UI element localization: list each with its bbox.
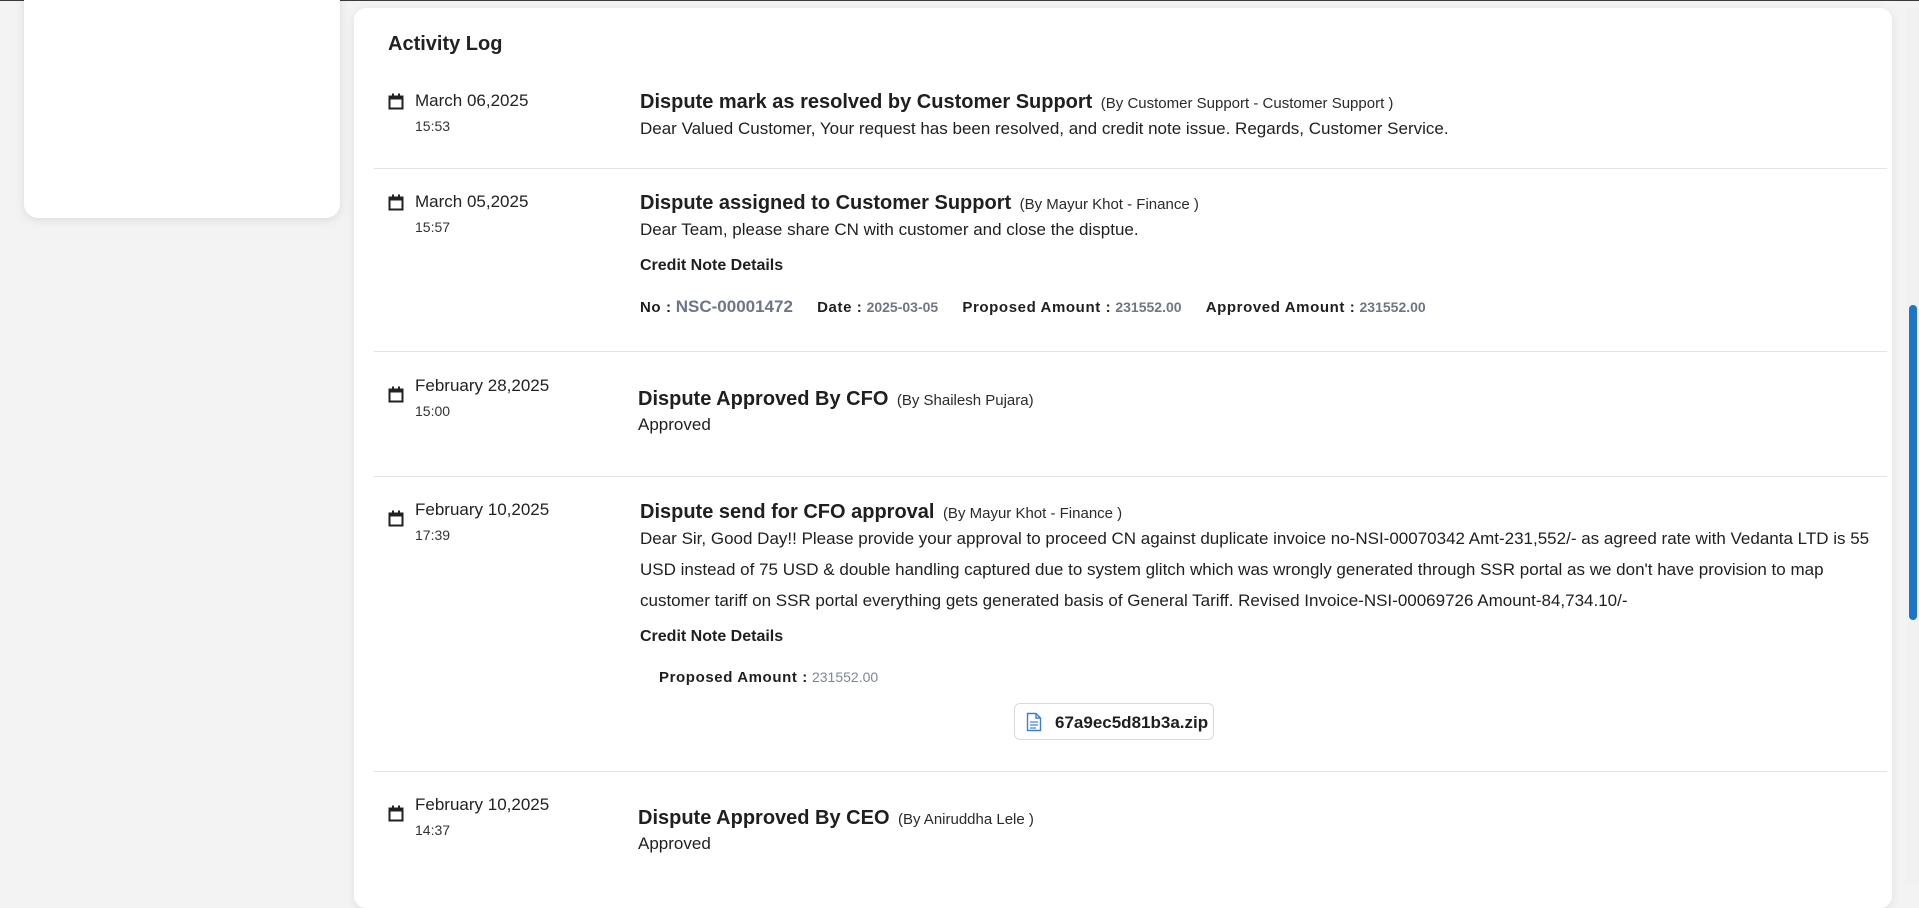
entry-heading: Dispute send for CFO approval (By Mayur … <box>640 501 1122 524</box>
cn-proposed-value: 231552.00 <box>1115 299 1182 315</box>
credit-note-details: Proposed Amount : 231552.00 <box>659 669 878 686</box>
credit-note-heading: Credit Note Details <box>640 257 784 274</box>
entry-message: Dear Sir, Good Day!! Please provide your… <box>640 529 1870 610</box>
entry-time: 17:39 <box>415 527 451 543</box>
entry-date: February 10,2025 <box>415 795 550 814</box>
entry-title: Dispute mark as resolved by Customer Sup… <box>640 91 1093 113</box>
entry-date: March 06,2025 <box>415 91 529 110</box>
entry-message: Dear Team, please share CN with customer… <box>640 220 1139 239</box>
entry-heading: Dispute Approved By CEO (By Aniruddha Le… <box>638 807 1034 830</box>
entry-date: February 28,2025 <box>415 376 550 395</box>
divider <box>374 351 1887 352</box>
divider <box>374 168 1887 169</box>
attachment-filename: 67a9ec5d81b3a.zip <box>1055 713 1209 732</box>
entry-time: 14:37 <box>415 822 451 838</box>
cn-date-label: Date : <box>817 299 863 316</box>
entry-message: Approved <box>638 834 711 853</box>
entry-heading: Dispute assigned to Customer Support (By… <box>640 192 1199 215</box>
page-title: Activity Log <box>388 33 503 55</box>
calendar-icon <box>388 805 404 822</box>
entry-message: Approved <box>638 415 711 434</box>
entry-author: (By Customer Support - Customer Support … <box>1100 95 1394 112</box>
entry-author: (By Mayur Khot - Finance ) <box>1019 196 1199 213</box>
credit-note-heading: Credit Note Details <box>640 628 784 645</box>
entry-message: Dear Valued Customer, Your request has b… <box>640 119 1449 138</box>
calendar-icon <box>388 386 404 403</box>
file-icon <box>1026 712 1042 737</box>
entry-date: March 05,2025 <box>415 192 529 211</box>
entry-title: Dispute send for CFO approval <box>640 501 935 523</box>
entry-heading: Dispute mark as resolved by Customer Sup… <box>640 91 1393 114</box>
calendar-icon <box>388 93 404 110</box>
entry-title: Dispute Approved By CEO <box>638 807 890 829</box>
cn-proposed-value: 231552.00 <box>811 669 879 685</box>
cn-proposed-label: Proposed Amount : <box>659 669 808 686</box>
cn-proposed-label: Proposed Amount : <box>962 299 1112 316</box>
side-panel-card <box>24 0 340 218</box>
scrollbar-thumb[interactable] <box>1909 305 1917 620</box>
entry-author: (By Shailesh Pujara) <box>896 392 1034 409</box>
divider <box>374 476 1887 477</box>
cn-approved-value: 231552.00 <box>1359 299 1426 315</box>
entry-heading: Dispute Approved By CFO (By Shailesh Puj… <box>638 388 1034 411</box>
entry-time: 15:00 <box>415 403 451 419</box>
calendar-icon <box>388 194 404 211</box>
cn-number-value: NSC-00001472 <box>675 297 793 316</box>
entry-time: 15:53 <box>415 118 451 134</box>
entry-title: Dispute assigned to Customer Support <box>640 192 1012 214</box>
divider <box>374 771 1887 772</box>
credit-note-details: No : NSC-00001472 Date : 2025-03-05 Prop… <box>640 297 1426 317</box>
calendar-icon <box>388 510 404 527</box>
activity-log-card <box>354 8 1892 908</box>
entry-time: 15:57 <box>415 219 451 235</box>
cn-date-value: 2025-03-05 <box>866 299 939 315</box>
cn-approved-label: Approved Amount : <box>1205 299 1356 316</box>
attachment-link[interactable]: 67a9ec5d81b3a.zip <box>1014 703 1214 740</box>
entry-author: (By Mayur Khot - Finance ) <box>942 505 1123 522</box>
entry-title: Dispute Approved By CFO <box>638 388 889 410</box>
entry-author: (By Aniruddha Lele ) <box>897 811 1034 828</box>
cn-number-label: No : <box>640 299 672 316</box>
entry-date: February 10,2025 <box>415 500 550 519</box>
